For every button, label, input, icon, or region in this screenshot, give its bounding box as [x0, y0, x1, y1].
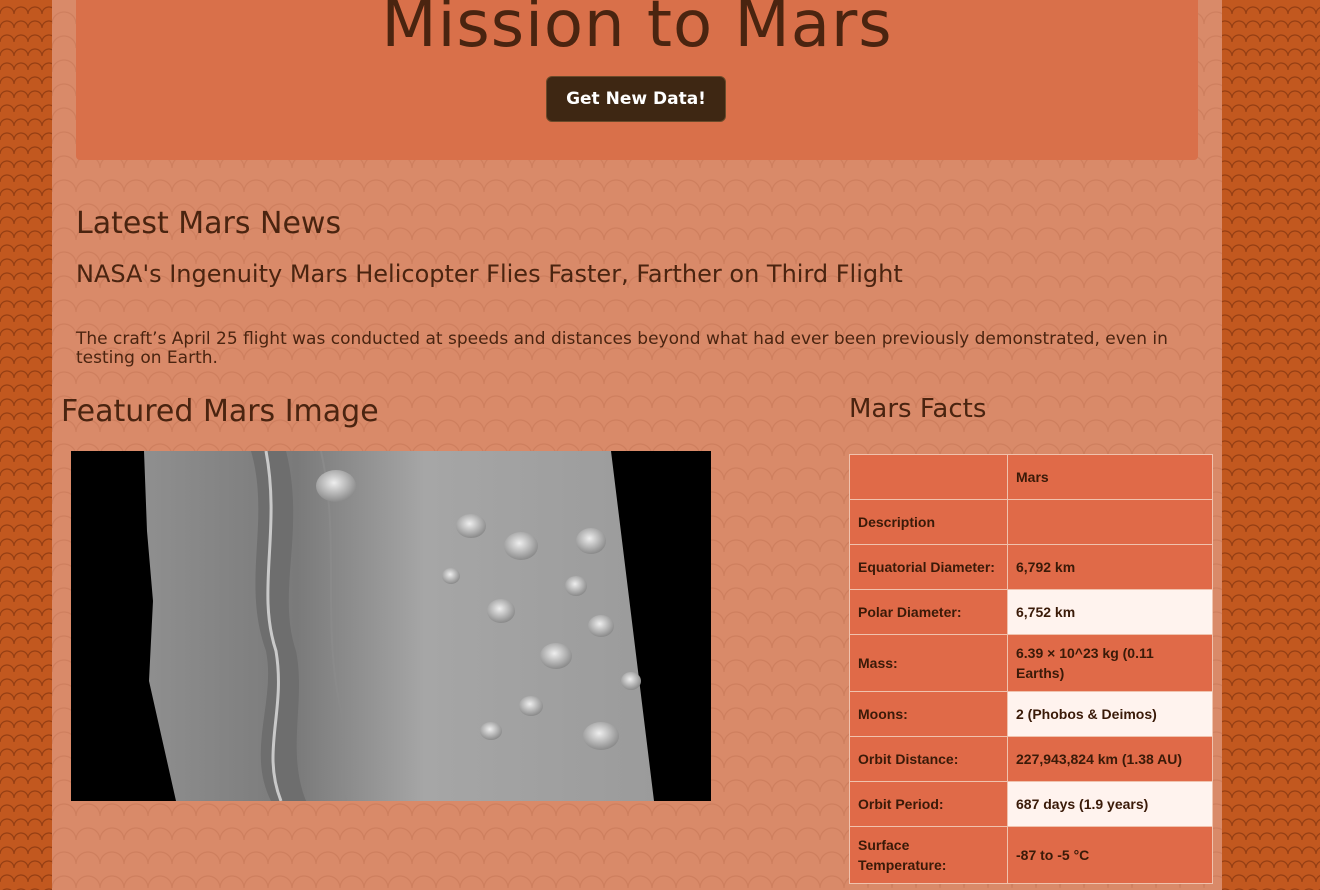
table-header-empty: [849, 454, 1008, 500]
page-title: Mission to Mars: [381, 0, 893, 62]
table-header-row: Mars: [849, 454, 1213, 500]
table-row: Mass: 6.39 × 10^23 kg (0.11 Earths): [849, 634, 1213, 692]
table-row: Moons: 2 (Phobos & Deimos): [849, 691, 1213, 737]
fact-value: 227,943,824 km (1.38 AU): [1007, 736, 1213, 782]
description-label: Description: [849, 499, 1008, 545]
fact-value: 6,752 km: [1007, 589, 1213, 635]
news-paragraph: The craft’s April 25 flight was conducte…: [76, 329, 1168, 368]
fact-label: Orbit Distance:: [849, 736, 1008, 782]
mars-surface-image: [71, 450, 711, 802]
fact-label: Orbit Period:: [849, 781, 1008, 827]
news-title: NASA's Ingenuity Mars Helicopter Flies F…: [76, 260, 903, 288]
fact-value: 2 (Phobos & Deimos): [1007, 691, 1213, 737]
fact-label: Surface Temperature:: [849, 826, 1008, 884]
table-row: Polar Diameter: 6,752 km: [849, 589, 1213, 635]
description-row: Description: [849, 499, 1213, 545]
fact-label: Equatorial Diameter:: [849, 544, 1008, 590]
table-row: Orbit Distance: 227,943,824 km (1.38 AU): [849, 736, 1213, 782]
fact-label: Polar Diameter:: [849, 589, 1008, 635]
featured-mars-image: [71, 450, 711, 802]
latest-news-heading: Latest Mars News: [76, 206, 342, 241]
featured-image-heading: Featured Mars Image: [61, 394, 379, 429]
jumbotron-header: Mission to Mars Get New Data!: [76, 0, 1198, 160]
mars-facts-table: Mars Description Equatorial Diameter: 6,…: [849, 454, 1213, 884]
table-row: Orbit Period: 687 days (1.9 years): [849, 781, 1213, 827]
page-container: Mission to Mars Get New Data! Latest Mar…: [52, 0, 1222, 890]
mars-facts-heading: Mars Facts: [849, 394, 987, 424]
table-header-mars: Mars: [1007, 454, 1213, 500]
fact-label: Moons:: [849, 691, 1008, 737]
fact-value: 6.39 × 10^23 kg (0.11 Earths): [1007, 634, 1213, 692]
description-value: [1007, 499, 1213, 545]
fact-value: 687 days (1.9 years): [1007, 781, 1213, 827]
table-row: Equatorial Diameter: 6,792 km: [849, 544, 1213, 590]
get-new-data-button[interactable]: Get New Data!: [546, 76, 726, 122]
fact-value: -87 to -5 °C: [1007, 826, 1213, 884]
table-row: Surface Temperature: -87 to -5 °C: [849, 826, 1213, 884]
fact-label: Mass:: [849, 634, 1008, 692]
fact-value: 6,792 km: [1007, 544, 1213, 590]
